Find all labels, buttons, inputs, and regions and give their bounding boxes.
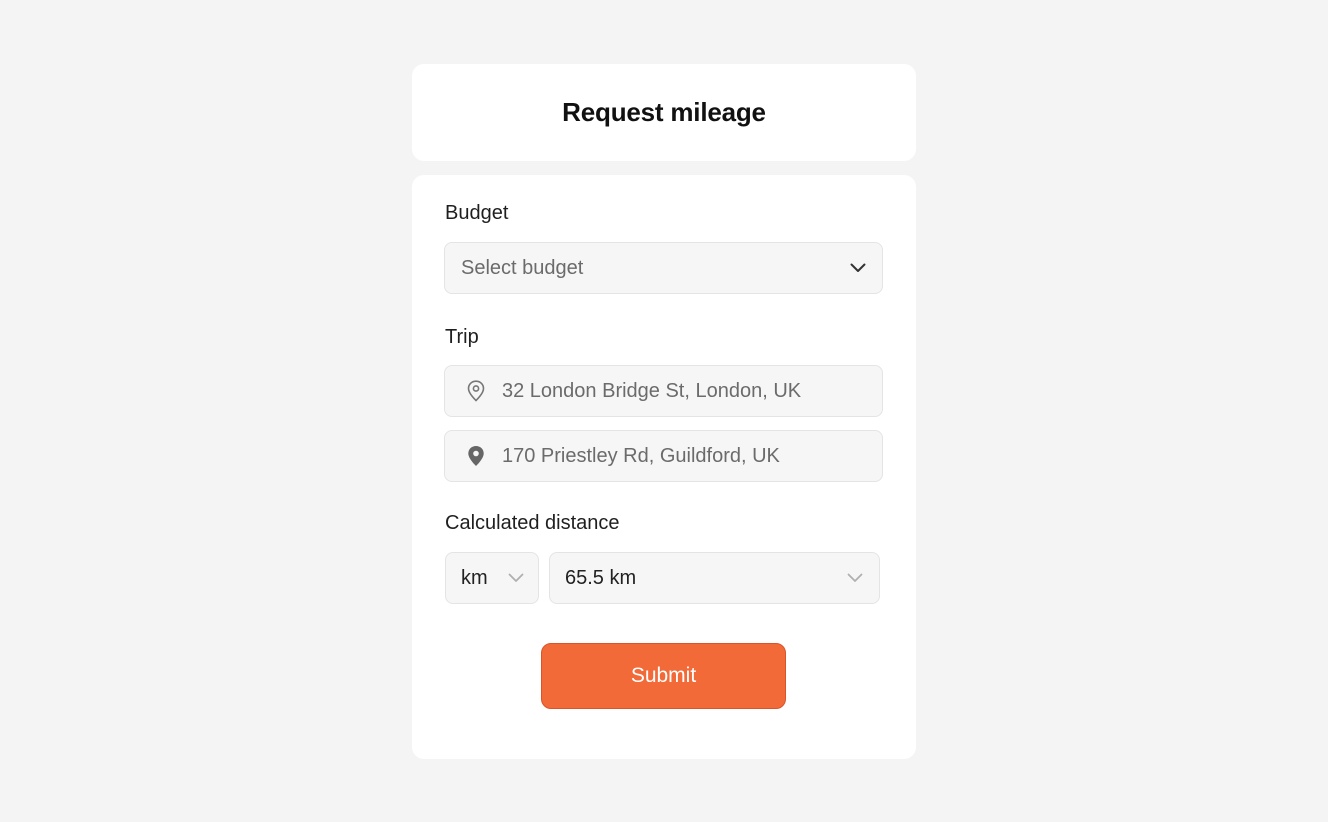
mileage-form: Budget Select budget Trip 32 London Brid…	[412, 175, 916, 759]
chevron-down-icon	[850, 263, 866, 273]
map-pin-outline-icon	[467, 380, 485, 402]
trip-origin-value: 32 London Bridge St, London, UK	[502, 379, 802, 402]
chevron-down-icon	[847, 573, 863, 583]
submit-button[interactable]: Submit	[541, 643, 786, 709]
unit-value: km	[461, 566, 488, 589]
distance-value: 65.5 km	[565, 566, 637, 589]
map-pin-filled-icon	[467, 445, 485, 467]
unit-select[interactable]: km	[445, 552, 539, 604]
header-card: Request mileage	[412, 64, 916, 161]
chevron-down-icon	[508, 573, 524, 583]
trip-destination-field[interactable]: 170 Priestley Rd, Guildford, UK	[444, 430, 883, 482]
trip-destination-value: 170 Priestley Rd, Guildford, UK	[502, 444, 780, 467]
distance-label: Calculated distance	[445, 512, 620, 534]
budget-select[interactable]: Select budget	[444, 242, 883, 294]
trip-label: Trip	[445, 326, 479, 348]
trip-origin-field[interactable]: 32 London Bridge St, London, UK	[444, 365, 883, 417]
budget-placeholder: Select budget	[461, 256, 584, 279]
distance-select[interactable]: 65.5 km	[549, 552, 880, 604]
page-title: Request mileage	[562, 97, 766, 127]
budget-label: Budget	[445, 202, 509, 224]
